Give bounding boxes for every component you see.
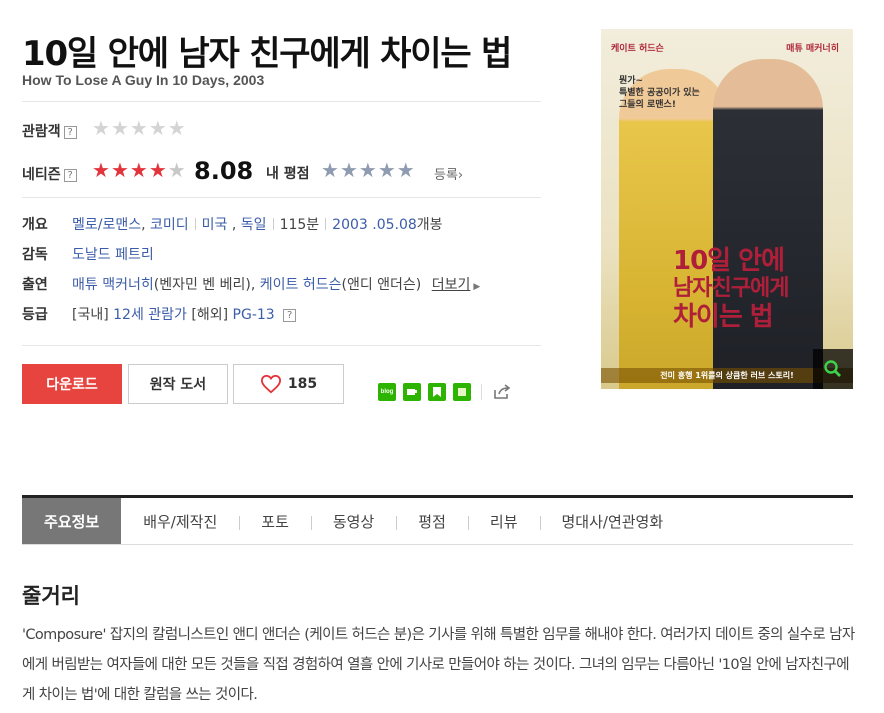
grade-overseas-tag: [해외]: [191, 307, 229, 323]
star-icon: ★: [92, 160, 110, 182]
star-icon: ★: [110, 118, 129, 140]
grade-overseas-link[interactable]: PG-13: [233, 307, 275, 323]
star-icon: ★: [167, 118, 186, 140]
help-icon[interactable]: ?: [63, 126, 77, 139]
separator: [194, 218, 196, 230]
star-icon: ★: [129, 160, 148, 182]
cast-label: 출연: [22, 277, 48, 293]
share-bar: blog: [378, 383, 512, 401]
synopsis-heading: 줄거리: [22, 584, 80, 608]
star-icon: ★: [110, 160, 129, 182]
star-icon: ★: [92, 118, 110, 140]
star-icon: ★: [148, 160, 167, 182]
audience-stars: ★ ★ ★ ★ ★: [92, 119, 186, 139]
star-icon: ★: [129, 118, 148, 140]
tab-video[interactable]: 동영상: [310, 498, 396, 544]
separator: [272, 218, 274, 230]
director-row: 감독 도날드 페트리: [22, 244, 154, 264]
star-icon[interactable]: ★: [359, 161, 377, 181]
cast-link[interactable]: 케이트 허드슨: [260, 277, 342, 293]
divider: [22, 101, 541, 102]
magnifier-icon: [824, 360, 841, 377]
netizen-stars: ★ ★ ★ ★ ★: [92, 161, 186, 181]
star-icon[interactable]: ★: [340, 161, 358, 181]
audience-label-text: 관람객: [22, 124, 61, 140]
caret-right-icon: ▶: [473, 282, 481, 292]
cast-role: (앤디 앤더슨): [341, 277, 422, 293]
runtime: 115분: [279, 217, 320, 233]
cast-link[interactable]: 매튜 맥커너히: [72, 277, 154, 293]
my-rating-stars[interactable]: ★ ★ ★ ★ ★: [321, 161, 415, 181]
like-count: 185: [287, 376, 318, 392]
poster-title-line: 남자친구에게: [673, 276, 789, 301]
my-rating-label: 내 평점: [266, 166, 310, 182]
divider: [22, 197, 541, 198]
star-icon: ★: [167, 160, 186, 182]
heart-icon: [260, 374, 281, 394]
genre-link[interactable]: 멜로/로맨스: [72, 217, 141, 233]
cast-row: 출연 매튜 맥커너히(벤자민 벤 베리), 케이트 허드슨(앤디 앤더슨) 더보기…: [22, 274, 480, 294]
help-icon[interactable]: ?: [63, 169, 77, 182]
release-date-link[interactable]: 2003 .05.08: [332, 217, 417, 233]
cast-role: (벤자민 벤 베리): [153, 277, 251, 293]
grade-row: 등급 [국내] 12세 관람가 [해외] PG-13 ?: [22, 304, 297, 324]
help-icon[interactable]: ?: [283, 309, 297, 322]
star-icon[interactable]: ★: [321, 161, 339, 181]
audience-rating-label: 관람객?: [22, 121, 77, 141]
summary-row: 개요 멜로/로맨스, 코미디 미국 , 독일 115분 2003 .05.08개봉: [22, 214, 443, 234]
grade-label: 등급: [22, 307, 48, 323]
tab-bar: 주요정보 배우/제작진 포토 동영상 평점 리뷰 명대사/연관영화: [22, 495, 853, 545]
more-cast-link[interactable]: 더보기: [432, 277, 471, 293]
director-label: 감독: [22, 247, 48, 263]
separator: [481, 384, 482, 400]
country-link[interactable]: 미국: [202, 217, 228, 233]
divider: [22, 345, 541, 346]
release-suffix: 개봉: [416, 217, 443, 233]
like-button[interactable]: 185: [233, 364, 344, 404]
blog-share-icon[interactable]: blog: [378, 383, 396, 401]
share-icon[interactable]: [492, 383, 512, 401]
tab-quotes-related[interactable]: 명대사/연관영화: [539, 498, 686, 544]
movie-title: 10일 안에 남자 친구에게 차이는 법: [22, 34, 512, 74]
summary-label: 개요: [22, 217, 48, 233]
tab-photo[interactable]: 포토: [239, 498, 311, 544]
comma: ,: [227, 217, 241, 233]
cafe-share-icon[interactable]: [403, 383, 421, 401]
poster-actor-left: 케이트 허드슨: [611, 44, 664, 54]
poster-title: 10일 안에 남자친구에게 차이는 법: [673, 246, 789, 332]
grade-domestic-tag: [국내]: [72, 307, 109, 323]
bookmark-share-icon[interactable]: [428, 383, 446, 401]
comma: ,: [250, 277, 260, 293]
movie-poster[interactable]: 케이트 허드슨 매튜 매커너히 뭔가~ 특별한 공공이가 있는 그들의 로맨스!…: [601, 29, 853, 389]
poster-actor-right: 매튜 매커너히: [786, 44, 839, 54]
netizen-rating-label: 네티즌?: [22, 164, 77, 184]
movie-subtitle: How To Lose A Guy In 10 Days, 2003: [22, 72, 265, 88]
synopsis-body: 'Composure' 잡지의 칼럼니스트인 앤디 앤더슨 (케이트 허드슨 분…: [22, 627, 855, 703]
poster-title-line: 10일 안에: [673, 246, 785, 276]
download-button[interactable]: 다운로드: [22, 364, 122, 404]
tab-cast-crew[interactable]: 배우/제작진: [121, 498, 239, 544]
country-link[interactable]: 독일: [241, 217, 267, 233]
star-icon[interactable]: ★: [397, 161, 415, 181]
star-icon[interactable]: ★: [378, 161, 396, 181]
star-icon: ★: [148, 118, 167, 140]
memo-share-icon[interactable]: [453, 383, 471, 401]
genre-link[interactable]: 코미디: [150, 217, 189, 233]
netizen-label-text: 네티즌: [22, 167, 61, 183]
tab-review[interactable]: 리뷰: [467, 498, 540, 544]
register-rating-link[interactable]: 등록›: [434, 164, 463, 183]
poster-figure-man: [713, 59, 823, 389]
zoom-button[interactable]: [813, 349, 853, 389]
poster-quote: 뭔가~ 특별한 공공이가 있는 그들의 로맨스!: [619, 76, 700, 110]
netizen-score: 8.08: [194, 157, 254, 185]
poster-title-line: 차이는 법: [673, 302, 774, 332]
grade-domestic-link[interactable]: 12세 관람가: [113, 307, 187, 323]
tab-rating[interactable]: 평점: [396, 498, 468, 544]
separator: [325, 218, 327, 230]
director-link[interactable]: 도날드 페트리: [72, 247, 154, 263]
comma: ,: [141, 217, 151, 233]
tab-main-info[interactable]: 주요정보: [22, 498, 122, 544]
original-book-button[interactable]: 원작 도서: [128, 364, 228, 404]
